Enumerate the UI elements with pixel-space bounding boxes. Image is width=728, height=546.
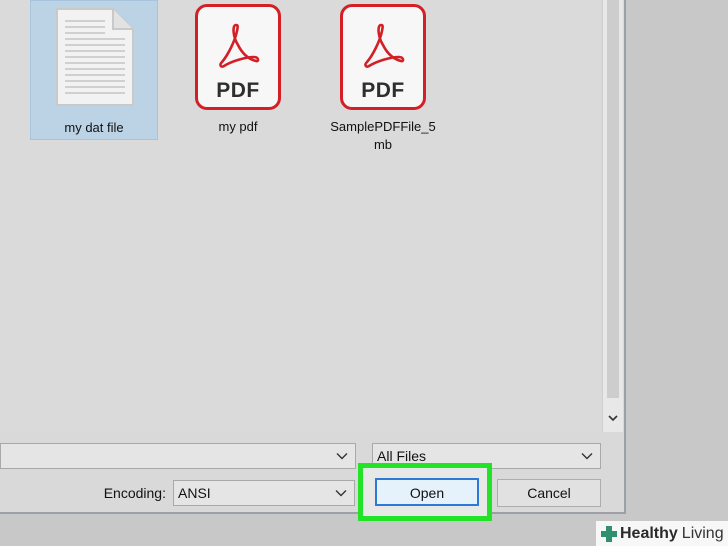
watermark-bold: Healthy bbox=[620, 524, 678, 542]
file-list-area: my dat file PDF my pdf PDF SamplePDFFile… bbox=[0, 0, 602, 432]
chevron-down-icon bbox=[334, 481, 348, 505]
chevron-down-icon bbox=[608, 415, 618, 422]
chevron-down-icon bbox=[580, 444, 594, 468]
open-button-highlight: Open bbox=[358, 463, 492, 521]
acrobat-logo-icon bbox=[219, 23, 260, 68]
pdf-document-icon: PDF bbox=[340, 4, 426, 110]
file-item-sample-pdf[interactable]: PDF SamplePDFFile_5 mb bbox=[321, 0, 445, 160]
scrollbar-thumb[interactable] bbox=[607, 0, 619, 398]
pdf-document-icon: PDF bbox=[195, 4, 281, 110]
acrobat-logo-icon bbox=[364, 23, 405, 68]
file-label-line-2: mb bbox=[373, 137, 393, 152]
file-label: my dat file bbox=[64, 120, 124, 135]
file-type-value: All Files bbox=[377, 448, 427, 464]
file-label: my pdf bbox=[218, 119, 258, 134]
watermark: Healthy Living bbox=[596, 521, 728, 546]
text-document-icon bbox=[56, 8, 134, 106]
file-item-my-dat-file[interactable]: my dat file bbox=[30, 0, 158, 140]
filename-combobox[interactable] bbox=[0, 443, 356, 469]
encoding-select[interactable]: ANSI bbox=[173, 480, 355, 506]
encoding-label: Encoding: bbox=[103, 485, 166, 501]
file-label-line-1: SamplePDFFile_5 bbox=[330, 119, 436, 134]
scroll-down-button[interactable] bbox=[603, 408, 623, 428]
pdf-badge: PDF bbox=[361, 79, 405, 102]
open-file-dialog: my dat file PDF my pdf PDF SamplePDFFile… bbox=[0, 0, 626, 521]
vertical-scrollbar[interactable] bbox=[602, 0, 623, 432]
chevron-down-icon bbox=[335, 444, 349, 468]
open-button[interactable]: Open bbox=[375, 478, 479, 506]
file-item-my-pdf[interactable]: PDF my pdf bbox=[176, 0, 300, 140]
plus-logo-icon bbox=[601, 525, 617, 542]
cancel-button[interactable]: Cancel bbox=[497, 479, 601, 507]
pdf-badge: PDF bbox=[216, 79, 260, 102]
watermark-rest: Living bbox=[681, 524, 724, 542]
encoding-value: ANSI bbox=[178, 485, 211, 501]
